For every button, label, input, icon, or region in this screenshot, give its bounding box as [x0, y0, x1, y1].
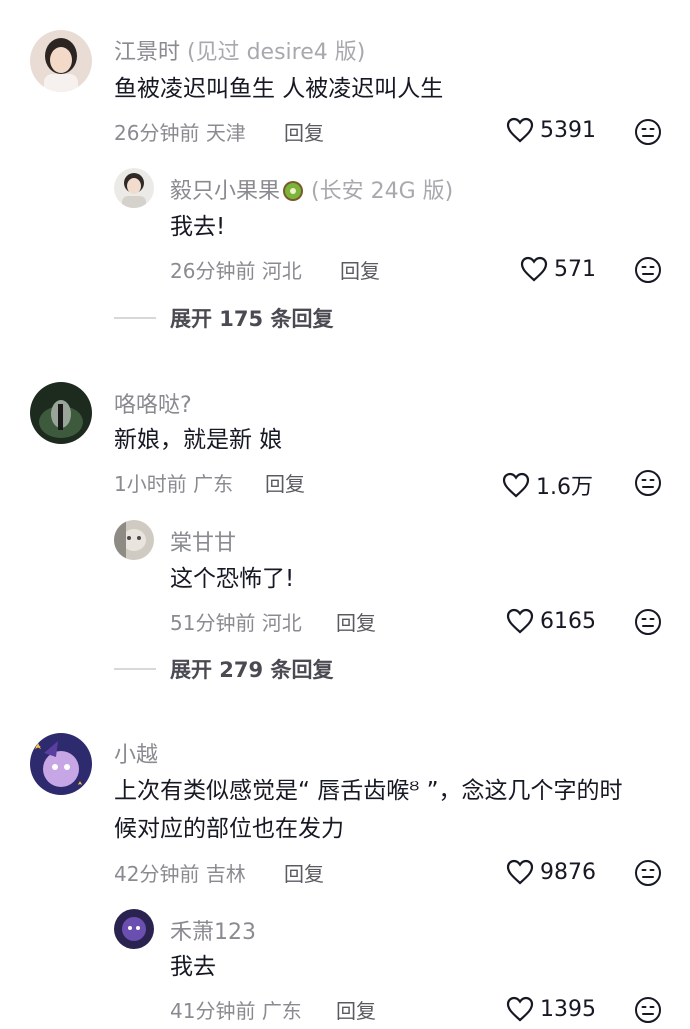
- like-button[interactable]: 6165: [506, 608, 596, 634]
- commenter-name[interactable]: 咯咯哒?: [114, 387, 192, 419]
- heart-outline-icon: [506, 996, 534, 1022]
- comment-location: 河北: [261, 259, 302, 283]
- like-button[interactable]: 571: [520, 256, 596, 282]
- heart-outline-icon: [520, 256, 548, 282]
- avatar[interactable]: [114, 168, 154, 208]
- comment-text: 上次有类似感觉是“ 唇舌齿喉ᴽ ”，念这几个字的时 候对应的部位也在发力: [114, 772, 674, 848]
- reply-button[interactable]: 回复: [340, 255, 380, 284]
- comment-meta: 1小时前 广东: [114, 468, 233, 497]
- device-tag: (长安 24G 版): [304, 179, 454, 204]
- avatar-image: [30, 30, 92, 92]
- commenter-name[interactable]: 棠甘甘: [170, 525, 236, 557]
- comment-time: 42分钟前: [114, 862, 200, 886]
- commenter-name[interactable]: 毅只小果果 (长安 24G 版): [170, 173, 453, 205]
- comment-text: 我去: [170, 954, 216, 980]
- avatar-image: [30, 733, 92, 795]
- comment-time: 1小时前: [114, 472, 187, 496]
- comment-text-line: 上次有类似感觉是“ 唇舌齿喉ᴽ ”，念这几个字的时: [114, 778, 623, 804]
- neutral-face-icon[interactable]: [634, 469, 662, 497]
- heart-outline-icon: [506, 859, 534, 885]
- like-button[interactable]: 5391: [506, 117, 596, 143]
- neutral-face-icon[interactable]: [634, 608, 662, 636]
- commenter-name[interactable]: 小越: [114, 737, 158, 769]
- reply-button[interactable]: 回复: [284, 858, 324, 887]
- comment-location: 广东: [261, 999, 302, 1023]
- kiwi-icon: [283, 181, 304, 201]
- reply-button[interactable]: 回复: [336, 995, 376, 1024]
- comment-location: 广东: [193, 472, 234, 496]
- comment-text: 这个恐怖了!: [170, 566, 295, 592]
- commenter-name[interactable]: 江景时 (见过 desire4 版): [114, 34, 365, 66]
- comment-time: 51分钟前: [170, 611, 256, 635]
- like-count: 1395: [540, 996, 596, 1022]
- avatar-image: [30, 382, 92, 444]
- neutral-face-icon[interactable]: [634, 118, 662, 146]
- device-tag: (见过 desire4 版): [180, 40, 366, 65]
- avatar[interactable]: [114, 909, 154, 949]
- neutral-face-icon[interactable]: [634, 859, 662, 887]
- like-button[interactable]: 1.6万: [502, 469, 593, 501]
- avatar[interactable]: [30, 30, 92, 92]
- comment-time: 26分钟前: [114, 121, 200, 145]
- neutral-face-icon[interactable]: [634, 256, 662, 284]
- expand-replies-label: 展开 175 条回复: [170, 307, 334, 331]
- divider: [114, 317, 156, 319]
- expand-replies-label: 展开 279 条回复: [170, 658, 334, 682]
- like-button[interactable]: 1395: [506, 996, 596, 1022]
- reply-button[interactable]: 回复: [265, 468, 305, 497]
- avatar-image: [114, 909, 154, 949]
- reply-button[interactable]: 回复: [284, 117, 324, 146]
- reply-button[interactable]: 回复: [336, 607, 376, 636]
- comment-time: 26分钟前: [170, 259, 256, 283]
- divider: [114, 668, 156, 670]
- comment-location: 河北: [261, 611, 302, 635]
- comment-meta: 26分钟前 天津: [114, 117, 246, 146]
- like-button[interactable]: 9876: [506, 859, 596, 885]
- like-count: 571: [554, 256, 596, 282]
- comment-text-line: 候对应的部位也在发力: [114, 816, 344, 842]
- like-count: 9876: [540, 859, 596, 885]
- comment-meta: 26分钟前 河北: [170, 255, 302, 284]
- neutral-face-icon[interactable]: [634, 996, 662, 1024]
- comment-meta: 51分钟前 河北: [170, 607, 302, 636]
- avatar-image: [114, 520, 154, 560]
- comment-time: 41分钟前: [170, 999, 256, 1023]
- heart-outline-icon: [506, 608, 534, 634]
- avatar[interactable]: [30, 382, 92, 444]
- heart-outline-icon: [502, 472, 530, 498]
- commenter-name-text: 毅只小果果: [170, 179, 281, 204]
- commenter-name-text: 江景时: [114, 40, 181, 65]
- comment-text: 新娘，就是新 娘: [114, 427, 283, 453]
- comment-text: 鱼被凌迟叫鱼生 人被凌迟叫人生: [114, 76, 444, 102]
- like-count: 6165: [540, 608, 596, 634]
- comment-location: 天津: [205, 121, 246, 145]
- commenter-name[interactable]: 禾萧123: [170, 914, 256, 946]
- avatar-image: [114, 168, 154, 208]
- avatar[interactable]: [114, 520, 154, 560]
- comment-meta: 42分钟前 吉林: [114, 858, 246, 887]
- expand-replies-button[interactable]: 展开 279 条回复: [114, 654, 333, 684]
- avatar[interactable]: [30, 733, 92, 795]
- heart-outline-icon: [506, 117, 534, 143]
- like-count: 1.6万: [536, 475, 593, 500]
- comment-text: 我去!: [170, 214, 226, 240]
- expand-replies-button[interactable]: 展开 175 条回复: [114, 303, 333, 333]
- like-count: 5391: [540, 117, 596, 143]
- comment-meta: 41分钟前 广东: [170, 995, 302, 1024]
- comment-location: 吉林: [205, 862, 246, 886]
